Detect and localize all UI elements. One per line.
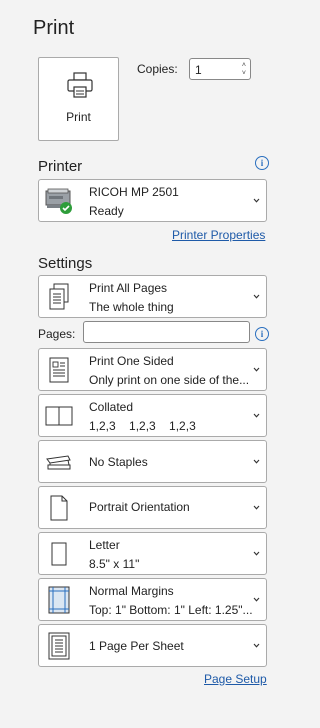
copies-stepper[interactable]: 1 ˄ ˅: [189, 58, 251, 80]
stapling-dropdown[interactable]: No Staples: [38, 440, 267, 483]
printer-device-icon: [39, 180, 78, 221]
copies-value: 1: [195, 63, 202, 77]
paper-size-dropdown[interactable]: Letter 8.5" x 11": [38, 532, 267, 575]
print-range-dropdown[interactable]: Print All Pages The whole thing: [38, 275, 267, 318]
printer-status: Ready: [89, 204, 124, 218]
dropdown-primary-text: Letter: [89, 538, 120, 552]
chevron-down-icon[interactable]: ˅: [242, 70, 246, 77]
printer-icon: [67, 72, 93, 98]
chevron-down-icon: [253, 459, 260, 464]
chevron-down-icon: [253, 367, 260, 372]
dropdown-secondary-text: 1,2,3 1,2,3 1,2,3: [89, 419, 196, 433]
printer-properties-link[interactable]: Printer Properties: [172, 228, 265, 242]
dropdown-primary-text: Print All Pages: [89, 281, 168, 295]
chevron-down-icon: [253, 294, 260, 299]
dropdown-primary-text: No Staples: [89, 455, 148, 469]
print-button-label: Print: [66, 110, 91, 124]
chevron-up-icon[interactable]: ˄: [242, 62, 246, 69]
one-sided-icon: [39, 349, 78, 390]
chevron-down-icon: [253, 505, 260, 510]
page-title: Print: [33, 17, 75, 39]
page-setup-link[interactable]: Page Setup: [204, 672, 267, 686]
info-icon[interactable]: i: [255, 156, 269, 170]
dropdown-secondary-text: 8.5" x 11": [89, 557, 140, 571]
collation-dropdown[interactable]: Collated 1,2,3 1,2,3 1,2,3: [38, 394, 267, 437]
portrait-page-icon: [39, 487, 78, 528]
orientation-dropdown[interactable]: Portrait Orientation: [38, 486, 267, 529]
dropdown-secondary-text: Top: 1" Bottom: 1" Left: 1.25"...: [89, 603, 253, 617]
chevron-down-icon: [253, 413, 260, 418]
pages-input[interactable]: [83, 321, 250, 343]
printer-section-title: Printer: [38, 158, 83, 175]
chevron-down-icon: [253, 643, 260, 648]
dropdown-primary-text: Print One Sided: [89, 354, 174, 368]
dropdown-primary-text: 1 Page Per Sheet: [89, 639, 184, 653]
margins-icon: [39, 579, 78, 620]
settings-section-title: Settings: [38, 255, 93, 272]
dropdown-primary-text: Collated: [89, 400, 134, 414]
margins-dropdown[interactable]: Normal Margins Top: 1" Bottom: 1" Left: …: [38, 578, 267, 621]
paper-size-icon: [39, 533, 78, 574]
dropdown-secondary-text: The whole thing: [89, 300, 174, 314]
printer-dropdown[interactable]: RICOH MP 2501 Ready: [38, 179, 267, 222]
info-icon[interactable]: i: [255, 327, 269, 341]
sides-dropdown[interactable]: Print One Sided Only print on one side o…: [38, 348, 267, 391]
dropdown-primary-text: Normal Margins: [89, 584, 174, 598]
printer-name: RICOH MP 2501: [89, 185, 179, 199]
chevron-down-icon: [253, 597, 260, 602]
print-button[interactable]: Print: [38, 57, 119, 141]
dropdown-primary-text: Portrait Orientation: [89, 500, 190, 514]
chevron-down-icon: [253, 551, 260, 556]
dropdown-secondary-text: Only print on one side of the...: [89, 373, 250, 387]
copies-label: Copies:: [137, 62, 178, 76]
page-per-sheet-icon: [39, 625, 78, 666]
collated-icon: [39, 395, 78, 436]
stapler-icon: [39, 441, 78, 482]
pages-label: Pages:: [38, 327, 76, 341]
pages-icon: [39, 276, 78, 317]
chevron-down-icon: [253, 198, 260, 203]
pages-per-sheet-dropdown[interactable]: 1 Page Per Sheet: [38, 624, 267, 667]
